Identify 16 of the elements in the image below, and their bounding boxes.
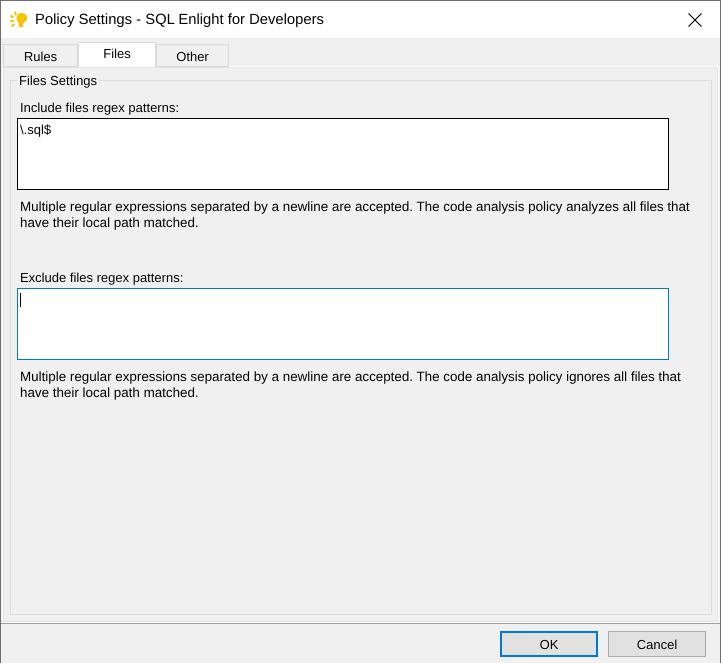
dialog-button[interactable]: OK <box>500 631 598 657</box>
help-text: Multiple regular expressions separated by a newline are accepted. The code analysis policy ignores all files that have their local path matched. <box>19 369 682 401</box>
close-icon <box>688 12 702 26</box>
dialog-button[interactable]: Cancel <box>608 631 706 657</box>
tab[interactable]: Files <box>78 42 156 67</box>
help-text: Multiple regular expressions separated by a newline are accepted. The code analysis policy analyzes all files that have their local path matched. <box>19 199 691 231</box>
text-area[interactable] <box>17 288 669 360</box>
text-area[interactable]: \.sql$ <box>17 118 669 190</box>
text-cursor <box>20 293 21 307</box>
window-title: Policy Settings - SQL Enlight for Developers <box>35 12 325 28</box>
tab[interactable]: Rules <box>3 44 78 67</box>
field-label: Exclude files regex patterns: <box>19 270 184 285</box>
field-label: Include files regex patterns: <box>19 100 179 115</box>
group-title: Files Settings <box>18 73 98 88</box>
lightbulb-icon <box>10 10 28 28</box>
tab[interactable]: Other <box>156 44 229 67</box>
